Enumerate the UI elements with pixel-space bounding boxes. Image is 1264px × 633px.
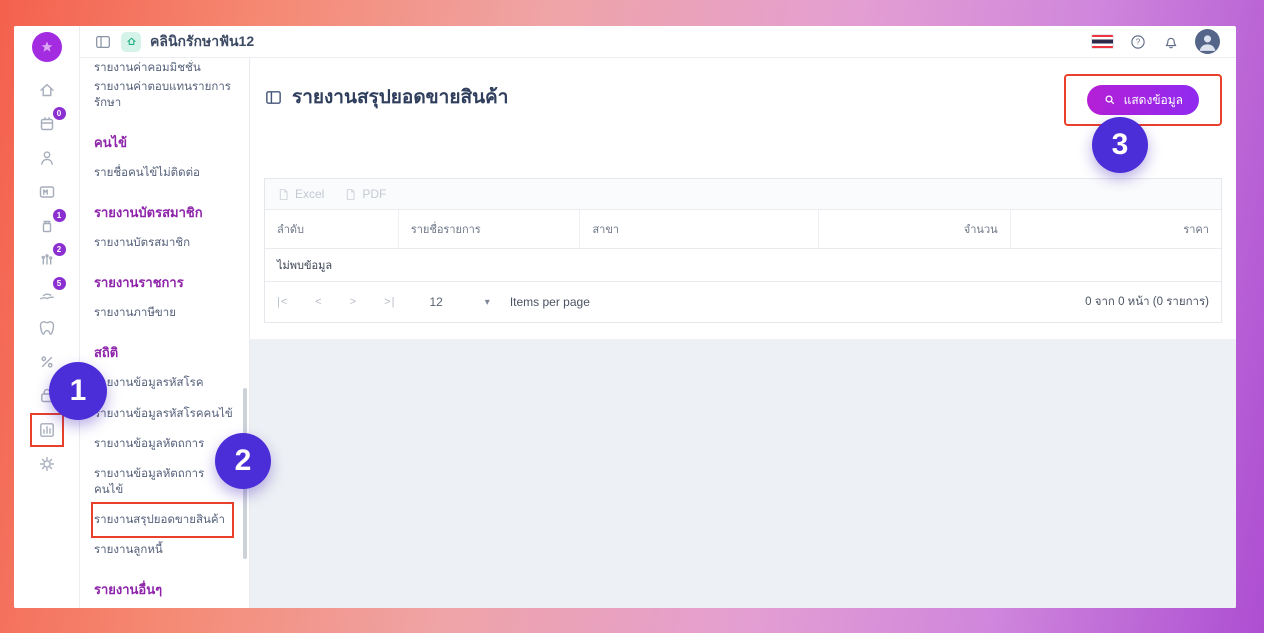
annotation-step-2-badge: 2 [215, 433, 271, 489]
medicine-count-badge: 1 [52, 209, 66, 222]
export-excel-button[interactable]: Excel [277, 187, 324, 201]
gear-icon [39, 456, 54, 472]
tooth-icon [39, 321, 54, 335]
rail-item-dental[interactable] [35, 316, 59, 340]
table-empty-state: ไม่พบข้อมูล [265, 249, 1221, 282]
pagination-summary: 0 จาก 0 หน้า (0 รายการ) [1085, 296, 1209, 308]
sidebar-item-product-sales-summary-report[interactable]: รายงานสรุปยอดขายสินค้า [91, 501, 234, 539]
sidebar-item-treatment-compensation-report[interactable]: รายงานค่าตอบแทนรายการรักษา [94, 72, 237, 118]
column-header-branch[interactable]: สาขา [580, 210, 820, 248]
sidebar-section-statistics: สถิติ [94, 345, 119, 361]
sidebar-item-uncontacted-patients[interactable]: รายชื่อคนไข้ไม่ติดต่อ [94, 158, 237, 188]
page-title: รายงานสรุปยอดขายสินค้า [264, 74, 508, 112]
column-header-item-name[interactable]: รายชื่อรายการ [399, 210, 581, 248]
prev-page-button[interactable]: < [315, 296, 322, 308]
annotation-box-show-data: แสดงข้อมูล [1063, 74, 1222, 126]
pdf-file-icon [347, 188, 355, 200]
help-icon[interactable]: ? [1129, 33, 1147, 51]
report-table-card: Excel PDF ลำดับ รายชื่อรายการ สาขา จำนวน… [264, 178, 1222, 323]
panel-toggle-icon[interactable] [94, 33, 112, 51]
appointments-count-badge: 0 [52, 107, 66, 120]
user-avatar[interactable] [1195, 29, 1220, 54]
percent-icon [40, 356, 53, 368]
excel-file-icon [279, 188, 288, 200]
sidebar-section-government-reports: รายงานราชการ [94, 275, 184, 291]
chevron-down-icon: ▾ [484, 296, 490, 308]
app-window: 0 1 2 5 คลินิกรักษาฟัน12 ? รายงานค่าคอมม… [14, 26, 1236, 608]
first-page-button[interactable]: |< [277, 296, 288, 308]
last-page-button[interactable]: >| [384, 296, 395, 308]
annotation-step-1-badge: 1 [49, 362, 107, 420]
table-header-row: ลำดับ รายชื่อรายการ สาขา จำนวน ราคา [265, 210, 1221, 249]
show-data-button[interactable]: แสดงข้อมูล [1086, 85, 1199, 115]
clinic-home-chip[interactable] [121, 31, 141, 52]
reports-sidebar: รายงานค่าคอมมิชชั่น รายงานค่าตอบแทนรายกา… [80, 58, 250, 608]
rail-item-member-card[interactable] [35, 180, 59, 204]
app-logo[interactable] [31, 32, 62, 62]
person-icon [40, 151, 53, 165]
panel-icon [266, 90, 281, 104]
column-header-price[interactable]: ราคา [1011, 210, 1221, 248]
page-size-dropdown[interactable]: 12 ▾ [429, 295, 489, 309]
export-pdf-button[interactable]: PDF [344, 187, 386, 201]
search-icon [1105, 95, 1114, 105]
sidebar-item-patient-disease-code-report[interactable]: รายงานข้อมูลรหัสโรคคนไข้ [94, 399, 237, 429]
column-header-order[interactable]: ลำดับ [265, 210, 399, 248]
person-icon [1199, 35, 1216, 51]
sidebar-item-disease-code-report[interactable]: รายงานข้อมูลรหัสโรค [94, 368, 237, 398]
rail-item-services[interactable]: 5 [35, 277, 66, 306]
sidebar-section-patients: คนไข้ [94, 135, 128, 151]
svg-text:?: ? [1136, 37, 1141, 46]
member-card-icon [39, 186, 54, 198]
rail-item-patients[interactable] [35, 146, 59, 170]
sidebar-section-member-card-reports: รายงานบัตรสมาชิก [94, 205, 203, 221]
items-per-page-label: Items per page [509, 295, 590, 309]
rail-item-home[interactable] [35, 78, 59, 102]
home-icon [126, 37, 136, 45]
thai-flag-icon[interactable] [1091, 34, 1114, 49]
content-background [250, 339, 1236, 608]
sidebar-section-other-reports: รายงานอื่นๆ [94, 582, 163, 598]
pagination-bar: |< < > >| 12 ▾ Items per page 0 จาก 0 หน… [265, 282, 1221, 322]
top-header-bar: คลินิกรักษาฟัน12 ? [80, 26, 1236, 58]
services-count-badge: 5 [52, 277, 66, 290]
rail-item-reports[interactable] [29, 413, 64, 447]
rail-item-medicine[interactable]: 1 [35, 209, 66, 238]
sidebar-item-doctor-staff-names[interactable]: ชื่อแพทย์และพนักงาน [94, 605, 237, 608]
page-size-value: 12 [429, 295, 443, 309]
rail-item-appointments[interactable]: 0 [35, 107, 66, 136]
rail-item-promotions[interactable] [35, 350, 59, 374]
main-content: รายงานสรุปยอดขายสินค้า แสดงข้อมูล Excel [250, 58, 1236, 608]
star-icon [41, 41, 52, 52]
export-toolbar: Excel PDF [265, 179, 1221, 210]
sidebar-item-debtor-report[interactable]: รายงานลูกหนี้ [94, 535, 237, 565]
sidebar-item-member-card-report[interactable]: รายงานบัตรสมาชิก [94, 228, 237, 258]
bar-chart-icon [39, 423, 54, 437]
rail-item-settings[interactable] [35, 452, 59, 476]
next-page-button[interactable]: > [350, 296, 357, 308]
sidebar-item-commission-report[interactable]: รายงานค่าคอมมิชชั่น [94, 60, 237, 72]
sidebar-item-sales-tax-report[interactable]: รายงานภาษีขาย [94, 298, 237, 328]
annotation-step-3-badge: 3 [1092, 117, 1148, 173]
icon-rail: 0 1 2 5 [14, 26, 80, 608]
instruments-count-badge: 2 [52, 243, 66, 256]
rail-item-instruments[interactable]: 2 [35, 243, 66, 272]
home-icon [39, 83, 54, 97]
column-header-quantity[interactable]: จำนวน [819, 210, 1011, 248]
clinic-name: คลินิกรักษาฟัน12 [150, 32, 255, 49]
bell-icon[interactable] [1162, 33, 1180, 51]
